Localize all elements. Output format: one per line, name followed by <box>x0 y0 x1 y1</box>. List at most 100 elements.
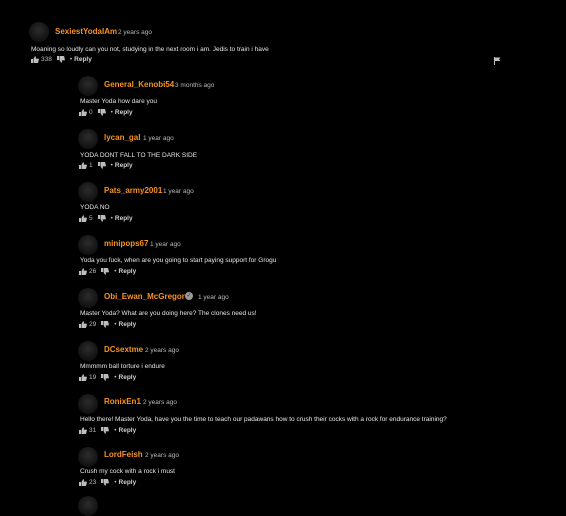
comment-text: Crush my cock with a rock i must <box>80 468 175 475</box>
comment-actions: 31 • Reply <box>79 426 136 435</box>
thumbs-down-icon[interactable] <box>97 162 106 169</box>
comment-timestamp: 3 months ago <box>175 82 215 89</box>
thumbs-down-icon[interactable] <box>97 109 106 116</box>
thumbs-up-icon[interactable] <box>79 162 87 169</box>
comment-actions: 29 • Reply <box>79 320 136 329</box>
comment-text: Yoda you fuck, when are you going to sta… <box>80 257 277 264</box>
reply-button[interactable]: Reply <box>115 215 133 222</box>
comment-text: Hello there! Master Yoda, have you the t… <box>80 416 447 423</box>
thumbs-up-icon[interactable] <box>79 215 87 222</box>
reply-item: General_Kenobi54 3 months ago Master Yod… <box>0 70 566 123</box>
reply-item: Obi_Ewan_McGregor ✓ 1 year ago Master Yo… <box>0 282 566 335</box>
comment-text: YODA NO <box>80 204 110 211</box>
reply-item: lycan_gal 1 year ago YODA DONT FALL TO T… <box>0 123 566 176</box>
reply-button[interactable]: Reply <box>119 479 137 486</box>
like-count: 23 <box>89 479 97 486</box>
separator-dot: • <box>114 268 117 275</box>
avatar[interactable] <box>78 288 98 308</box>
comment-username[interactable]: Obi_Ewan_McGregor <box>104 292 185 301</box>
reply-button[interactable]: Reply <box>119 427 137 434</box>
avatar[interactable] <box>78 235 98 255</box>
avatar[interactable] <box>78 76 98 96</box>
comment-username[interactable]: DCsextme <box>104 345 143 354</box>
thumbs-down-icon[interactable] <box>101 321 110 328</box>
thumbs-down-icon[interactable] <box>56 56 65 63</box>
comment-username[interactable]: lycan_gal <box>104 133 140 142</box>
thumbs-down-icon[interactable] <box>101 374 110 381</box>
reply-button[interactable]: Reply <box>119 374 137 381</box>
thumbs-up-icon[interactable] <box>79 268 87 275</box>
thumbs-down-icon[interactable] <box>101 427 110 434</box>
like-count: 338 <box>41 56 52 63</box>
separator-dot: • <box>110 162 113 169</box>
reply-button[interactable]: Reply <box>119 321 137 328</box>
comment-actions: 0 • Reply <box>79 108 133 117</box>
avatar[interactable] <box>78 129 98 149</box>
like-count: 5 <box>89 215 93 222</box>
like-count: 31 <box>89 427 97 434</box>
thumbs-up-icon[interactable] <box>79 479 87 486</box>
separator-dot: • <box>110 109 113 116</box>
comment-actions: 23 • Reply <box>79 478 136 487</box>
comment-username[interactable]: SexiestYodaIAm <box>55 27 117 36</box>
reply-item: Pats_army2001 1 year ago YODA NO 5 • Rep… <box>0 176 566 229</box>
comment-username[interactable]: General_Kenobi54 <box>104 80 174 89</box>
separator-dot: • <box>114 427 117 434</box>
thumbs-down-icon[interactable] <box>101 268 110 275</box>
reply-button[interactable]: Reply <box>74 56 92 63</box>
separator-dot: • <box>114 321 117 328</box>
thumbs-up-icon[interactable] <box>79 427 87 434</box>
like-count: 19 <box>89 374 97 381</box>
comment-timestamp: 2 years ago <box>145 452 179 459</box>
reply-item: DCsextme 2 years ago Mmmmm ball torture … <box>0 335 566 388</box>
comment-timestamp: 1 year ago <box>143 135 174 142</box>
separator-dot: • <box>69 56 73 63</box>
comment-text: Mmmmm ball torture i endure <box>80 363 165 370</box>
avatar[interactable] <box>78 447 98 467</box>
separator-dot: • <box>114 374 117 381</box>
comment-username[interactable]: Pats_army2001 <box>104 186 162 195</box>
avatar[interactable] <box>78 394 98 414</box>
comment-text: Master Yoda how dare you <box>80 98 157 105</box>
reply-item: minipops67 1 year ago Yoda you fuck, whe… <box>0 229 566 282</box>
like-count: 29 <box>89 321 97 328</box>
like-count: 0 <box>89 109 93 116</box>
thumbs-up-icon[interactable] <box>79 321 87 328</box>
verified-badge-icon: ✓ <box>185 292 193 300</box>
reply-button[interactable]: Reply <box>115 162 133 169</box>
comment-username[interactable]: RonixEn1 <box>104 397 141 406</box>
thumbs-up-icon[interactable] <box>79 109 87 116</box>
thumbs-down-icon[interactable] <box>97 215 106 222</box>
like-count: 1 <box>89 162 93 169</box>
comment-timestamp: 2 years ago <box>143 399 177 406</box>
comment-timestamp: 2 years ago <box>118 29 152 36</box>
comment-timestamp: 1 year ago <box>150 241 181 248</box>
reply-item: RonixEn1 2 years ago Hello there! Master… <box>0 388 566 441</box>
reply-button[interactable]: Reply <box>119 268 137 275</box>
comment-timestamp: 2 years ago <box>145 347 179 354</box>
reply-button[interactable]: Reply <box>115 109 133 116</box>
comment-timestamp: 1 year ago <box>198 294 229 301</box>
avatar[interactable] <box>78 182 98 202</box>
thumbs-down-icon[interactable] <box>101 479 110 486</box>
comment-username[interactable]: minipops67 <box>104 239 148 248</box>
avatar[interactable] <box>29 22 49 42</box>
comment-text: Moaning so loudly can you not, studying … <box>31 46 269 53</box>
separator-dot: • <box>110 215 113 222</box>
thumbs-up-icon[interactable] <box>31 56 39 63</box>
comment-actions: 26 • Reply <box>79 267 136 276</box>
avatar[interactable] <box>78 496 98 516</box>
comment-actions: 19 • Reply <box>79 373 136 382</box>
comment-timestamp: 1 year ago <box>163 188 194 195</box>
comment-text: Master Yoda? What are you doing here? Th… <box>80 310 257 317</box>
comment-actions: 1 • Reply <box>79 161 133 170</box>
comment-actions: 5 • Reply <box>79 214 133 223</box>
separator-dot: • <box>114 479 117 486</box>
reply-item: LordFeish 2 years ago Crush my cock with… <box>0 441 566 516</box>
comment-username[interactable]: LordFeish <box>104 450 143 459</box>
flag-icon[interactable] <box>494 52 501 65</box>
comment-item: SexiestYodaIAm 2 years ago Moaning so lo… <box>0 0 566 70</box>
like-count: 26 <box>89 268 97 275</box>
thumbs-up-icon[interactable] <box>79 374 87 381</box>
avatar[interactable] <box>78 341 98 361</box>
